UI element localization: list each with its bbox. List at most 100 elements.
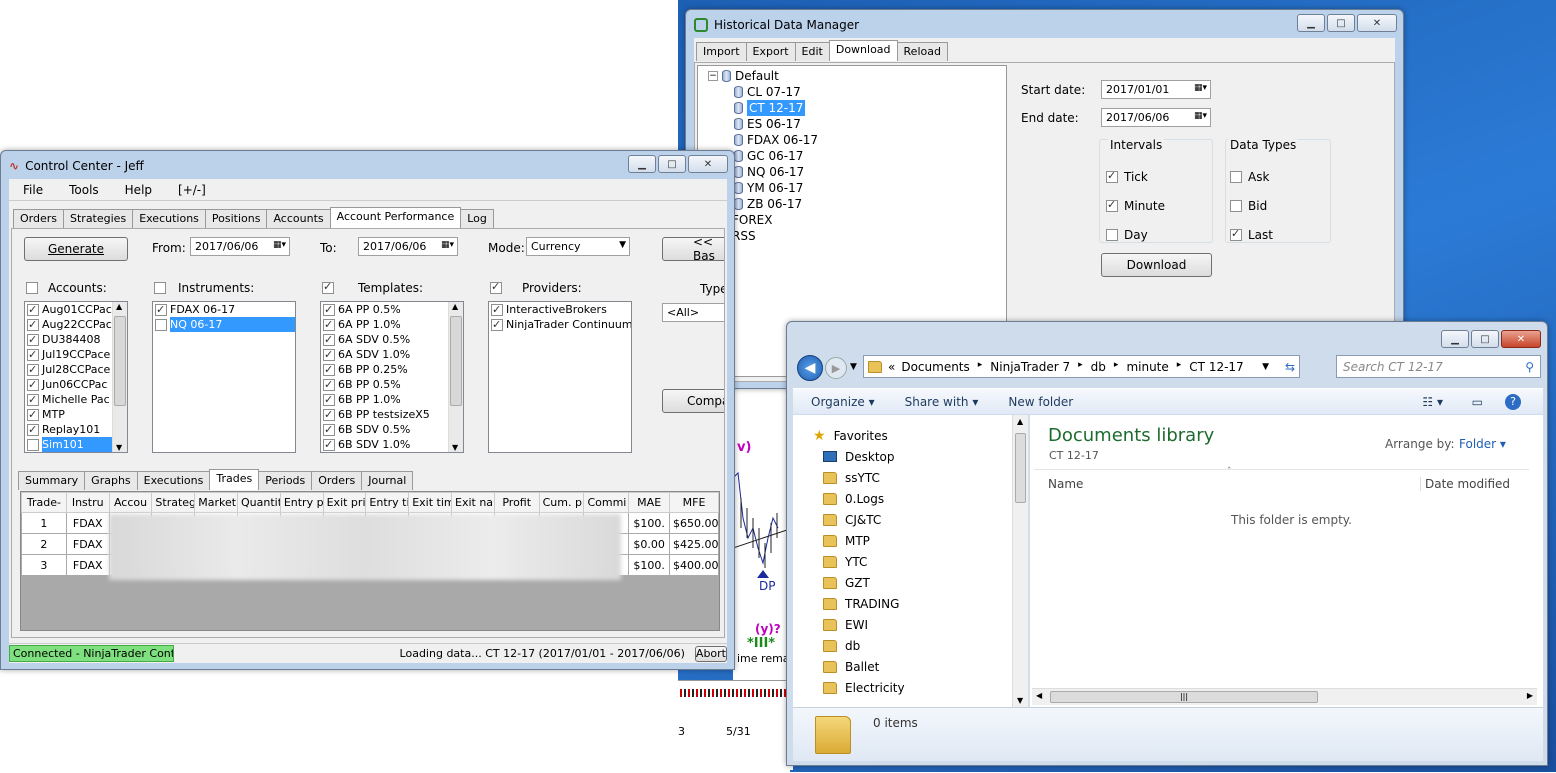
- checkbox-icon[interactable]: [323, 347, 335, 362]
- address-bar[interactable]: « Documents ▸ NinjaTrader 7 ▸ db ▸ minute ▸ CT 1…: [863, 355, 1300, 378]
- column-header[interactable]: Exit tim: [408, 492, 452, 513]
- breadcrumb-separator-icon[interactable]: ▸: [1114, 360, 1119, 374]
- hdm-titlebar[interactable]: Historical Data Manager: [686, 10, 1403, 40]
- date-modified-column[interactable]: Date modified: [1420, 477, 1510, 491]
- checkbox-icon[interactable]: [27, 362, 39, 377]
- download-button[interactable]: Download: [1101, 253, 1212, 277]
- column-header[interactable]: Trade-: [21, 492, 67, 513]
- checkbox-icon[interactable]: [323, 377, 335, 392]
- tree-item-forex[interactable]: FOREX: [708, 212, 1006, 228]
- subtab-trades[interactable]: Trades: [209, 469, 260, 490]
- tab-accounts[interactable]: Accounts: [266, 209, 331, 228]
- breadcrumb-separator-icon[interactable]: ▸: [1078, 360, 1083, 374]
- list-item[interactable]: 6A PP 1.0%: [321, 317, 463, 332]
- list-item[interactable]: NQ 06-17: [153, 317, 295, 332]
- column-header[interactable]: MFE: [669, 492, 719, 513]
- nav-item-ewi[interactable]: EWI: [823, 614, 1028, 635]
- forward-button[interactable]: ▶: [825, 357, 847, 379]
- checkbox-icon[interactable]: [491, 302, 503, 317]
- maximize-button[interactable]: □: [1327, 14, 1355, 32]
- checkbox-icon[interactable]: [27, 438, 39, 451]
- organize-button[interactable]: Organize ▾: [811, 395, 875, 409]
- tree-item[interactable]: CT 12-17: [708, 100, 1006, 116]
- checkbox-icon[interactable]: [323, 437, 335, 452]
- column-header[interactable]: Instru: [65, 492, 110, 513]
- checkbox-icon[interactable]: [155, 302, 167, 317]
- history-dropdown-icon[interactable]: ▼: [850, 362, 857, 372]
- checkbox-icon[interactable]: [27, 302, 39, 317]
- breadcrumb-item[interactable]: CT 12-17: [1189, 360, 1243, 374]
- accounts-list[interactable]: Aug01CCPacAug22CCPacDU384408Jul19CCPaceJ…: [24, 301, 128, 453]
- nav-item-0-logs[interactable]: 0.Logs: [823, 488, 1028, 509]
- list-item[interactable]: 6B PP 1.0%: [321, 392, 463, 407]
- subtab-periods[interactable]: Periods: [258, 471, 313, 490]
- tree-item-rss[interactable]: RSS: [708, 228, 1006, 244]
- column-header[interactable]: Market: [194, 492, 239, 513]
- tab-strategies[interactable]: Strategies: [63, 209, 134, 228]
- type-select[interactable]: <All>: [662, 303, 724, 322]
- tree-item[interactable]: ES 06-17: [708, 116, 1006, 132]
- nav-item-mtp[interactable]: MTP: [823, 530, 1028, 551]
- templates-list[interactable]: 6A PP 0.5%6A PP 1.0%6A SDV 0.5%6A SDV 1.…: [320, 301, 464, 453]
- name-column[interactable]: Name: [1048, 477, 1083, 491]
- tab-export[interactable]: Export: [745, 42, 796, 61]
- breadcrumb-item[interactable]: db: [1091, 360, 1106, 374]
- tick-checkbox[interactable]: Tick: [1106, 162, 1165, 191]
- list-item[interactable]: 6A SDV 1.0%: [321, 347, 463, 362]
- column-header[interactable]: Entry ti: [365, 492, 410, 513]
- checkbox-icon[interactable]: [27, 422, 39, 437]
- checkbox-icon[interactable]: [323, 332, 335, 347]
- menu-help[interactable]: Help: [125, 183, 152, 197]
- subtab-summary[interactable]: Summary: [18, 471, 86, 490]
- nav-item-electricity[interactable]: Electricity: [823, 677, 1028, 698]
- to-date-picker[interactable]: 2017/06/06 ▦▾: [358, 237, 458, 256]
- instruments-list[interactable]: FDAX 06-17NQ 06-17: [152, 301, 296, 453]
- close-button[interactable]: ✕: [1357, 14, 1397, 32]
- last-checkbox[interactable]: Last: [1230, 220, 1273, 249]
- subtab-journal[interactable]: Journal: [361, 471, 414, 490]
- ask-checkbox[interactable]: Ask: [1230, 162, 1273, 191]
- new-folder-button[interactable]: New folder: [1008, 395, 1073, 409]
- checkbox-icon[interactable]: [323, 407, 335, 422]
- tab-executions[interactable]: Executions: [132, 209, 206, 228]
- subtab-orders[interactable]: Orders: [311, 471, 363, 490]
- breadcrumb-item[interactable]: minute: [1126, 360, 1168, 374]
- providers-list[interactable]: InteractiveBrokersNinjaTrader Continuum: [488, 301, 632, 453]
- help-icon[interactable]: ?: [1505, 393, 1521, 410]
- breadcrumb-separator-icon[interactable]: ▸: [1177, 360, 1182, 374]
- checkbox-icon[interactable]: [27, 347, 39, 362]
- nav-item-desktop[interactable]: Desktop: [823, 446, 1028, 467]
- subtab-graphs[interactable]: Graphs: [84, 471, 138, 490]
- column-header[interactable]: Commi: [583, 492, 630, 513]
- horizontal-scrollbar[interactable]: ◀ ||| ▶: [1032, 688, 1537, 705]
- providers-select-all[interactable]: [490, 280, 502, 294]
- breadcrumb-item[interactable]: NinjaTrader 7: [990, 360, 1070, 374]
- menu-toggle[interactable]: [+/-]: [178, 183, 206, 197]
- generate-button[interactable]: Generate: [24, 237, 128, 261]
- column-header[interactable]: Profit: [493, 492, 540, 513]
- checkbox-icon[interactable]: [27, 392, 39, 407]
- column-header[interactable]: Strateg: [151, 492, 196, 513]
- column-header[interactable]: MAE: [628, 492, 671, 513]
- list-item[interactable]: FDAX 06-17: [153, 302, 295, 317]
- list-scrollbar[interactable]: ▲ ▼: [448, 302, 463, 452]
- tree-item[interactable]: CL 07-17: [708, 84, 1006, 100]
- maximize-button[interactable]: □: [658, 155, 686, 173]
- minimize-button[interactable]: ▁: [1297, 14, 1325, 32]
- tab-log[interactable]: Log: [460, 209, 494, 228]
- tree-item[interactable]: NQ 06-17: [708, 164, 1006, 180]
- tab-orders[interactable]: Orders: [13, 209, 64, 228]
- menu-tools[interactable]: Tools: [69, 183, 99, 197]
- tree-item[interactable]: ZB 06-17: [708, 196, 1006, 212]
- checkbox-icon[interactable]: [27, 332, 39, 347]
- view-options-icon[interactable]: ☷ ▾: [1422, 395, 1443, 409]
- back-button[interactable]: << Bas: [662, 235, 724, 263]
- collapse-icon[interactable]: −: [708, 71, 718, 81]
- subtab-executions[interactable]: Executions: [136, 471, 211, 490]
- tree-root-default[interactable]: − Default: [708, 68, 1006, 84]
- list-item[interactable]: NinjaTrader Continuum: [489, 317, 631, 332]
- checkbox-icon[interactable]: [323, 422, 335, 437]
- tree-item[interactable]: YM 06-17: [708, 180, 1006, 196]
- bid-checkbox[interactable]: Bid: [1230, 191, 1273, 220]
- checkbox-icon[interactable]: [27, 317, 39, 332]
